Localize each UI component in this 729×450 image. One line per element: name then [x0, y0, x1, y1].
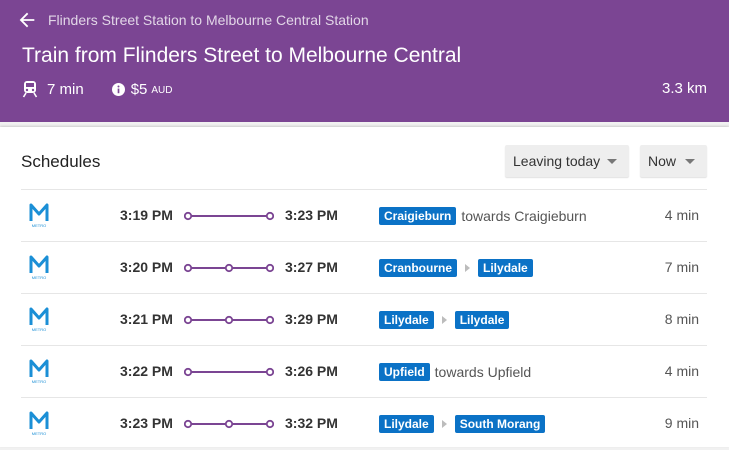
arrival-time: 3:27 PM: [285, 259, 338, 275]
trip-duration: 7 min: [664, 259, 699, 275]
departure-time: 3:22 PM: [120, 363, 173, 379]
towards-text: towards Craigieburn: [461, 208, 587, 224]
towards-text: towards Upfield: [434, 364, 532, 380]
leaving-today-dropdown[interactable]: Leaving today: [505, 145, 629, 177]
line-badge[interactable]: Lilydale: [478, 259, 533, 277]
train-icon: [22, 81, 38, 98]
route-info: Lilydale Lilydale: [379, 310, 510, 330]
line-badge[interactable]: South Morang: [454, 415, 546, 433]
trip-fare: $5: [130, 80, 148, 98]
departure-time: 3:21 PM: [120, 311, 173, 327]
arrow-left-icon[interactable]: [16, 9, 38, 31]
metro-logo-icon: METRO: [29, 411, 49, 436]
fare-currency: AUD: [151, 84, 173, 96]
trip-duration: 4 min: [664, 207, 699, 223]
trip-duration: 9 min: [664, 415, 699, 431]
schedule-row[interactable]: METRO 3:20 PM 3:27 PM Cranbourne Lilydale 7 m…: [21, 241, 707, 294]
schedule-row[interactable]: METRO 3:23 PM 3:32 PM Lilydale South Morang 9…: [21, 397, 707, 450]
breadcrumb: Flinders Street Station to Melbourne Cen…: [48, 12, 369, 28]
departure-time: 3:19 PM: [120, 207, 173, 223]
route-info: Upfield towards Upfield: [379, 362, 531, 382]
caret-down-icon: [607, 159, 617, 164]
route-info: Craigieburn towards Craigieburn: [379, 206, 587, 226]
trip-timeline: [184, 419, 274, 429]
stop-dot: [265, 315, 274, 325]
metro-logo-icon: METRO: [29, 359, 49, 384]
info-icon[interactable]: [111, 82, 125, 96]
time-dropdown[interactable]: Now: [640, 145, 707, 177]
route-info: Lilydale South Morang: [379, 414, 546, 434]
chevron-right-icon: [441, 420, 447, 428]
route-info: Cranbourne Lilydale: [379, 258, 533, 278]
stop-dot: [184, 263, 193, 273]
arrival-time: 3:26 PM: [285, 363, 338, 379]
stop-dot: [224, 263, 234, 273]
metro-logo-text: METRO: [32, 379, 46, 384]
leaving-today-label: Leaving today: [513, 153, 601, 169]
stop-dot: [224, 419, 234, 429]
trip-timeline: [184, 367, 274, 377]
stop-dot: [265, 263, 274, 273]
metro-logo-text: METRO: [32, 223, 46, 228]
stop-dot: [184, 367, 193, 377]
trip-duration: 4 min: [664, 363, 699, 379]
stop-dot: [265, 211, 274, 221]
stop-dot: [184, 211, 193, 221]
metro-logo-icon: METRO: [29, 203, 49, 228]
arrival-time: 3:32 PM: [285, 415, 338, 431]
route-header: Flinders Street Station to Melbourne Cen…: [0, 0, 729, 122]
line-badge[interactable]: Lilydale: [454, 311, 510, 329]
time-label: Now: [648, 153, 677, 169]
schedule-row[interactable]: METRO 3:21 PM 3:29 PM Lilydale Lilydale 8 min: [21, 293, 707, 346]
trip-timeline: [184, 263, 274, 273]
stop-dot: [184, 419, 193, 429]
trip-summary: 7 min $5 AUD: [22, 78, 173, 100]
chevron-right-icon: [441, 316, 447, 324]
stop-dot: [184, 315, 193, 325]
caret-down-icon: [685, 159, 695, 164]
arrival-time: 3:29 PM: [285, 311, 338, 327]
stop-dot: [265, 367, 274, 377]
trip-timeline: [184, 211, 274, 221]
departure-time: 3:20 PM: [120, 259, 173, 275]
schedule-row[interactable]: METRO 3:22 PM 3:26 PM Upfield towards Upfiel…: [21, 345, 707, 398]
chevron-right-icon: [465, 264, 471, 272]
arrival-time: 3:23 PM: [285, 207, 338, 223]
schedule-row[interactable]: METRO 3:19 PM 3:23 PM Craigieburn towards Cr…: [21, 189, 707, 242]
schedules-title: Schedules: [21, 152, 101, 171]
trip-timeline: [184, 315, 274, 325]
stop-dot: [265, 419, 274, 429]
trip-distance: 3.3 km: [661, 80, 707, 97]
metro-logo-text: METRO: [32, 327, 46, 332]
page-title: Train from Flinders Street to Melbourne …: [22, 44, 462, 67]
stop-dot: [224, 315, 234, 325]
line-badge[interactable]: Craigieburn: [379, 207, 457, 225]
line-badge[interactable]: Lilydale: [379, 415, 434, 433]
departure-time: 3:23 PM: [120, 415, 173, 431]
trip-duration: 8 min: [664, 311, 699, 327]
trip-duration: 7 min: [47, 80, 84, 98]
metro-logo-icon: METRO: [29, 255, 49, 280]
line-badge[interactable]: Upfield: [379, 363, 430, 381]
metro-logo-text: METRO: [32, 275, 46, 280]
metro-logo-icon: METRO: [29, 307, 49, 332]
metro-logo-text: METRO: [32, 431, 46, 436]
line-badge[interactable]: Cranbourne: [379, 259, 458, 277]
schedules-card: Schedules Leaving today Now METRO 3:19 PM…: [0, 127, 729, 447]
line-badge[interactable]: Lilydale: [379, 311, 434, 329]
